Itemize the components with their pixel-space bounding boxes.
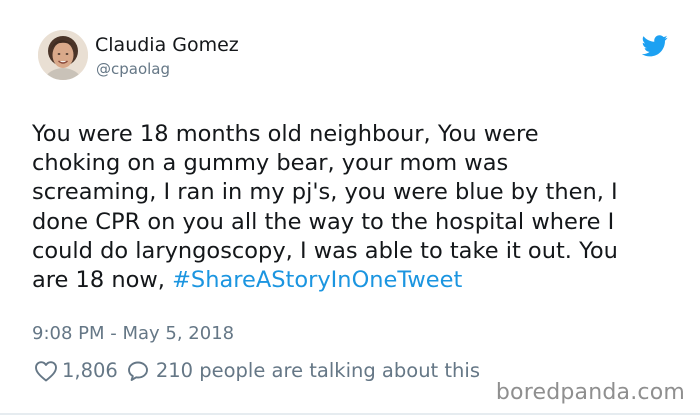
tweet-line-prefix: are 18 now, [32,267,173,294]
profile-photo-icon [38,30,88,80]
hashtag-link[interactable]: #ShareAStoryInOneTweet [172,267,462,293]
engagement-bar: 1,806 210 people are talking about this [34,359,480,382]
tweet-line: You were 18 months old neighbour, You we… [32,121,539,147]
tweet-text: You were 18 months old neighbour, You we… [32,120,682,295]
tweet-line: could do laryngoscopy, I was able to tak… [32,237,618,264]
twitter-bird-icon[interactable] [642,35,668,57]
user-handle[interactable]: @cpaolag [96,60,170,78]
tweet-line: done CPR on you all the way to the hospi… [32,208,615,235]
tweet-timestamp[interactable]: 9:08 PM - May 5, 2018 [32,323,234,344]
speech-bubble-icon[interactable] [126,360,150,382]
talking-count[interactable]: 210 people are talking about this [156,359,480,382]
avatar[interactable] [38,30,88,80]
tweet-card: Claudia Gomez @cpaolag You were 18 month… [0,0,700,415]
tweet-last-line: are 18 now, #ShareAStoryInOneTweet [32,266,682,295]
tweet-line: choking on a gummy bear, your mom was [32,150,509,177]
display-name[interactable]: Claudia Gomez [95,34,239,56]
like-count[interactable]: 1,806 [62,359,118,382]
tweet-line: screaming, I ran in my pj's, you were bl… [32,179,618,206]
heart-icon[interactable] [34,360,58,382]
watermark: boredpanda.com [495,380,685,405]
